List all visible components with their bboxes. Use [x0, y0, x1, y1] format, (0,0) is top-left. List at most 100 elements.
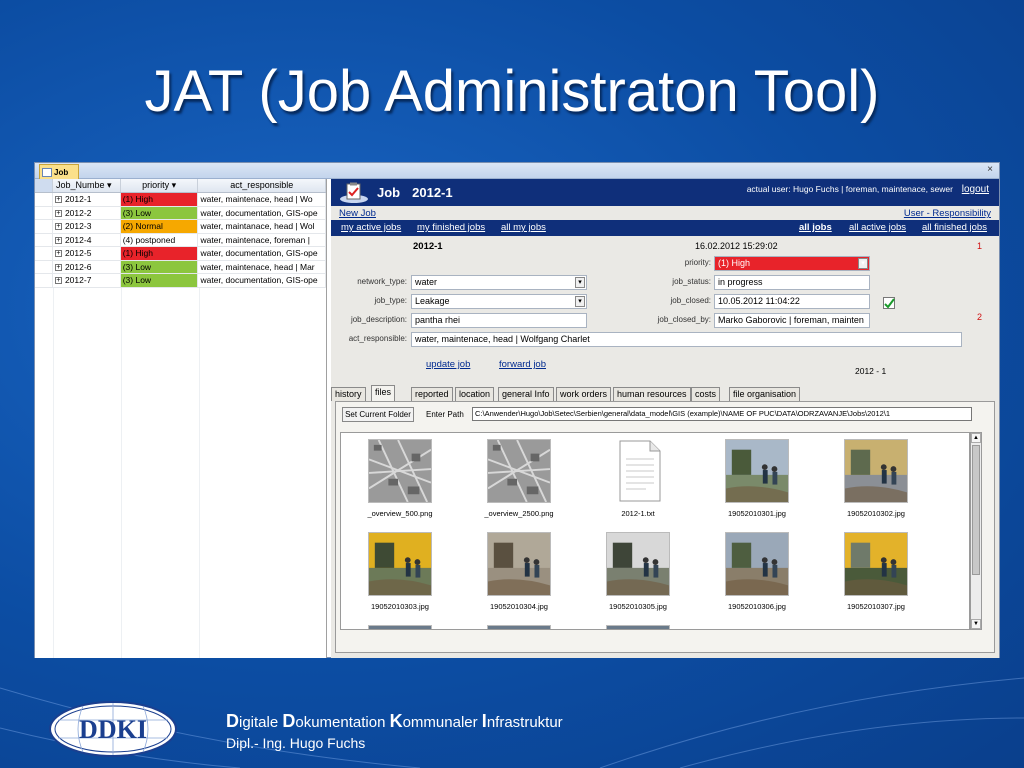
cell-job-number[interactable]: +2012-1: [53, 193, 121, 206]
file-thumbnail[interactable]: 19052010305.jpg: [588, 532, 688, 611]
table-row[interactable]: +2012-2 (3) Low water, documentation, GIS-…: [35, 206, 326, 220]
expand-icon[interactable]: +: [54, 277, 62, 285]
cell-job-number[interactable]: +2012-7: [53, 274, 121, 287]
nav-all-active-jobs[interactable]: all active jobs: [849, 222, 906, 233]
scroll-up-icon[interactable]: ▲: [971, 433, 981, 443]
cell-act-responsible[interactable]: water, documentation, GIS-ope: [198, 206, 326, 219]
path-input[interactable]: C:\Anwender\Hugo\Job\Setec\Serbien\gener…: [472, 407, 972, 421]
file-thumbnail[interactable]: 19052010307.jpg: [826, 532, 926, 611]
row-selector[interactable]: [35, 260, 53, 273]
job-document-tab[interactable]: Job: [39, 164, 79, 179]
cell-priority[interactable]: (2) Normal: [120, 220, 199, 233]
job-type-select[interactable]: Leakage ▾: [411, 294, 587, 309]
expand-icon[interactable]: +: [54, 196, 62, 204]
cell-act-responsible[interactable]: water, documentation, GIS-ope: [198, 247, 326, 260]
close-icon[interactable]: ×: [987, 164, 993, 175]
cell-act-responsible[interactable]: water, maintanace, head | Wol: [198, 220, 326, 233]
table-row[interactable]: +2012-3 (2) Normal water, maintanace, head…: [35, 220, 326, 234]
cell-priority[interactable]: (3) Low: [120, 206, 199, 219]
table-row[interactable]: +2012-4 (4) postponed water, maintenace, f…: [35, 233, 326, 247]
scroll-down-icon[interactable]: ▼: [971, 619, 981, 629]
priority-select[interactable]: (1) High ▾: [714, 256, 870, 271]
row-selector[interactable]: [35, 220, 53, 233]
file-thumbnail[interactable]: _overview_2500.png: [469, 439, 569, 518]
user-responsibility-link[interactable]: User - Responsibility: [904, 208, 991, 219]
dropdown-arrow-icon[interactable]: ▾: [858, 258, 868, 269]
file-thumbnail[interactable]: 19052010302.jpg: [826, 439, 926, 518]
expand-icon[interactable]: +: [54, 263, 62, 271]
expand-icon[interactable]: +: [54, 209, 62, 217]
cell-priority[interactable]: (1) High: [120, 247, 199, 260]
table-row[interactable]: +2012-1 (1) High water, maintenace, head |…: [35, 193, 326, 207]
act-responsible-field[interactable]: water, maintenace, head | Wolfgang Charl…: [411, 332, 962, 347]
dropdown-arrow-icon[interactable]: ▾: [575, 296, 585, 307]
closed-checkbox[interactable]: [883, 297, 895, 309]
nav-all-jobs[interactable]: all jobs: [799, 222, 832, 233]
cell-priority[interactable]: (1) High: [120, 193, 199, 206]
forward-job-button[interactable]: forward job: [499, 359, 546, 370]
file-thumbnail[interactable]: 19052010306.jpg: [707, 532, 807, 611]
cell-priority[interactable]: (4) postponed: [120, 233, 199, 246]
file-thumbnail-partial[interactable]: [487, 625, 551, 629]
cell-job-number[interactable]: +2012-3: [53, 220, 121, 233]
tab-general-Info[interactable]: general Info: [498, 387, 554, 401]
cell-job-number[interactable]: +2012-5: [53, 247, 121, 260]
tab-history[interactable]: history: [331, 387, 366, 401]
expand-icon[interactable]: +: [54, 236, 62, 244]
job-status-field[interactable]: in progress: [714, 275, 870, 290]
row-selector[interactable]: [35, 206, 53, 219]
row-selector[interactable]: [35, 193, 53, 206]
file-thumbnail[interactable]: _overview_500.png: [350, 439, 450, 518]
tab-human-resources[interactable]: human resources: [613, 387, 691, 401]
table-row[interactable]: +2012-6 (3) Low water, maintenace, head | …: [35, 260, 326, 274]
job-closed-by-field[interactable]: Marko Gaborovic | foreman, mainten: [714, 313, 870, 328]
cell-priority[interactable]: (3) Low: [120, 260, 199, 273]
dropdown-arrow-icon[interactable]: ▾: [575, 277, 585, 288]
file-thumbnail-partial[interactable]: [368, 625, 432, 629]
file-thumbnail-partial[interactable]: [606, 625, 670, 629]
tab-file-organisation[interactable]: file organisation: [729, 387, 801, 401]
update-job-button[interactable]: update job: [426, 359, 470, 370]
cell-priority[interactable]: (3) Low: [120, 274, 199, 287]
cell-job-number[interactable]: +2012-2: [53, 206, 121, 219]
column-header-priority[interactable]: priority ▾: [121, 179, 199, 192]
nav-my-active-jobs[interactable]: my active jobs: [341, 222, 401, 233]
cell-job-number[interactable]: +2012-6: [53, 260, 121, 273]
select-all-cell[interactable]: [35, 179, 53, 192]
tab-location[interactable]: location: [455, 387, 495, 401]
expand-icon[interactable]: +: [54, 223, 62, 231]
nav-all-my-jobs[interactable]: all my jobs: [501, 222, 546, 233]
table-row[interactable]: +2012-7 (3) Low water, documentation, GIS-…: [35, 274, 326, 288]
expand-icon[interactable]: +: [54, 250, 62, 258]
file-thumbnail[interactable]: 2012-1.txt: [588, 439, 688, 518]
cell-act-responsible[interactable]: water, maintenace, head | Mar: [198, 260, 326, 273]
tab-costs[interactable]: costs: [691, 387, 721, 401]
file-thumbnail[interactable]: 19052010303.jpg: [350, 532, 450, 611]
logout-link[interactable]: logout: [962, 184, 989, 195]
cell-act-responsible[interactable]: water, maintenace, head | Wo: [198, 193, 326, 206]
cell-job-number[interactable]: +2012-4: [53, 233, 121, 246]
set-current-folder-button[interactable]: Set Current Folder: [342, 407, 414, 422]
new-job-link[interactable]: New Job: [339, 208, 376, 219]
tab-reported[interactable]: reported: [411, 387, 453, 401]
row-selector[interactable]: [35, 247, 53, 260]
detail-job-number: 2012-1: [413, 241, 443, 252]
cell-act-responsible[interactable]: water, maintenace, foreman |: [198, 233, 326, 246]
scroll-thumb[interactable]: [972, 445, 980, 575]
cell-act-responsible[interactable]: water, documentation, GIS-ope: [198, 274, 326, 287]
nav-my-finished-jobs[interactable]: my finished jobs: [417, 222, 485, 233]
vertical-scrollbar[interactable]: ▲ ▼: [970, 432, 982, 630]
network-type-select[interactable]: water ▾: [411, 275, 587, 290]
tab-files[interactable]: files: [371, 385, 396, 402]
tab-work-orders[interactable]: work orders: [556, 387, 612, 401]
nav-all-finished-jobs[interactable]: all finished jobs: [922, 222, 987, 233]
row-selector[interactable]: [35, 274, 53, 287]
job-description-field[interactable]: pantha rhei: [411, 313, 587, 328]
row-selector[interactable]: [35, 233, 53, 246]
file-thumbnail[interactable]: 19052010304.jpg: [469, 532, 569, 611]
file-thumbnail[interactable]: 19052010301.jpg: [707, 439, 807, 518]
column-header-job-number[interactable]: Job_Numbe ▾: [53, 179, 121, 192]
table-row[interactable]: +2012-5 (1) High water, documentation, GIS…: [35, 247, 326, 261]
column-header-act-responsible[interactable]: act_responsible: [198, 179, 326, 192]
job-closed-field[interactable]: 10.05.2012 11:04:22: [714, 294, 870, 309]
